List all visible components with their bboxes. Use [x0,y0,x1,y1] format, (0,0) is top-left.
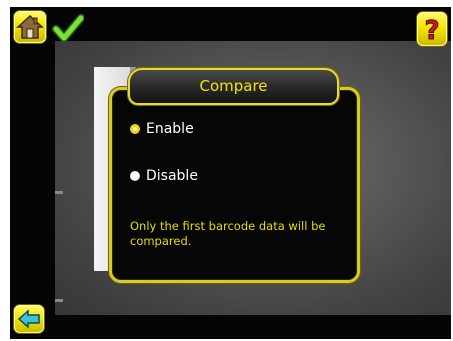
disable-option-label: Disable [146,168,198,184]
radio-selected-icon[interactable] [130,124,140,134]
camera-image-mark [55,299,63,302]
help-button[interactable]: ? [417,12,447,47]
checkmark-icon [52,14,84,42]
help-question-icon: ? [424,16,440,47]
compare-note: Only the first barcode data will be comp… [130,219,326,248]
enable-option-label: Enable [146,121,194,137]
camera-image-mark [55,191,63,194]
enable-option[interactable]: Enable [130,121,194,137]
home-icon [16,14,44,39]
disable-option[interactable]: Disable [130,168,198,184]
radio-unselected-icon[interactable] [130,171,140,181]
svg-text:?: ? [424,16,439,46]
compare-dialog [109,87,360,283]
back-arrow-icon [17,309,40,329]
dialog-title: Compare [128,68,339,105]
back-button[interactable] [14,305,44,333]
home-button[interactable] [14,11,46,43]
